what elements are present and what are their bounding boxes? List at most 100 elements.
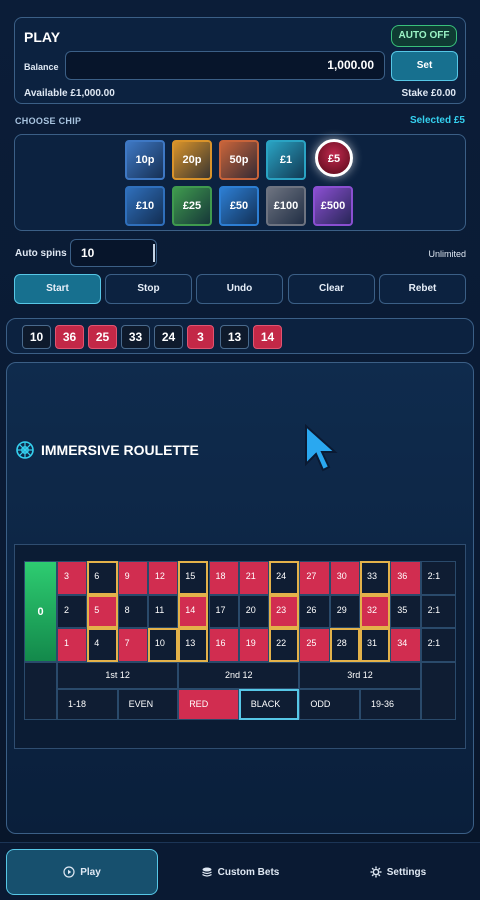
number-30[interactable]: 30 — [329, 561, 360, 595]
stop-button[interactable]: Stop — [105, 274, 192, 304]
dozen-bet[interactable]: 1st 12 — [57, 662, 179, 690]
auto-spins-input[interactable]: 10 — [70, 239, 157, 267]
nav-play-label: Play — [80, 866, 101, 878]
number-13[interactable]: 13 — [178, 628, 209, 663]
undo-button[interactable]: Undo — [196, 274, 283, 304]
rebet-button[interactable]: Rebet — [379, 274, 466, 304]
set-balance-button[interactable]: Set — [391, 51, 458, 81]
number-26[interactable]: 26 — [299, 594, 330, 629]
clear-button[interactable]: Clear — [288, 274, 375, 304]
number-17[interactable]: 17 — [208, 594, 239, 629]
start-button[interactable]: Start — [14, 274, 101, 304]
number-15[interactable]: 15 — [178, 561, 209, 595]
number-18[interactable]: 18 — [208, 561, 239, 595]
chip-gbp-1[interactable]: £1 — [266, 140, 306, 180]
dozen-bet[interactable]: 2nd 12 — [178, 662, 300, 690]
number-2[interactable]: 2 — [57, 594, 88, 629]
number-34[interactable]: 34 — [390, 628, 421, 663]
chip-gbp-10[interactable]: £10 — [125, 186, 165, 226]
play-panel: PLAY AUTO OFF Balance 1,000.00 Set Avail… — [14, 17, 466, 104]
number-36[interactable]: 36 — [390, 561, 421, 595]
number-28[interactable]: 28 — [329, 628, 360, 663]
history-result: 14 — [253, 325, 282, 349]
number-14[interactable]: 14 — [178, 594, 209, 629]
history-result: 36 — [55, 325, 84, 349]
gear-icon — [370, 866, 382, 878]
outside-bet-even[interactable]: EVEN — [117, 689, 179, 721]
number-9[interactable]: 9 — [117, 561, 148, 595]
number-12[interactable]: 12 — [147, 561, 179, 595]
number-8[interactable]: 8 — [117, 594, 148, 629]
mouse-cursor-icon — [305, 424, 338, 472]
history-result: 33 — [121, 325, 150, 349]
nav-custom-bets[interactable]: Custom Bets — [164, 849, 316, 895]
balance-input[interactable]: 1,000.00 — [65, 51, 385, 80]
roulette-table-panel: IMMERSIVE ROULETTE 0 3 6 9 12 15 18 21 24 27 30 33… — [6, 362, 474, 834]
auto-spins-value: 10 — [81, 246, 95, 260]
number-32[interactable]: 32 — [360, 594, 391, 629]
auto-spins-label: Auto spins — [15, 248, 67, 259]
nav-settings-label: Settings — [386, 866, 427, 878]
number-4[interactable]: 4 — [87, 628, 118, 663]
play-circle-icon — [63, 866, 75, 878]
number-23[interactable]: 23 — [269, 594, 300, 629]
number-1[interactable]: 1 — [57, 628, 88, 663]
number-25[interactable]: 25 — [299, 628, 330, 663]
number-35[interactable]: 35 — [390, 594, 421, 629]
number-zero[interactable]: 0 — [24, 561, 57, 662]
chip-gbp-25[interactable]: £25 — [172, 186, 212, 226]
number-19[interactable]: 19 — [238, 628, 270, 663]
chip-10p[interactable]: 10p — [125, 140, 165, 180]
chip-50p[interactable]: 50p — [219, 140, 259, 180]
text-caret — [153, 244, 155, 262]
bottom-navigation: Play Custom Bets Settings — [0, 842, 480, 900]
outside-bet-1-18[interactable]: 1-18 — [57, 689, 118, 721]
number-10[interactable]: 10 — [147, 628, 179, 663]
board-spacer — [420, 662, 456, 721]
number-3[interactable]: 3 — [57, 561, 88, 595]
choose-chip-heading: CHOOSE CHIP — [15, 116, 82, 126]
stake-amount: Stake £0.00 — [401, 88, 457, 99]
roulette-wheel-icon — [16, 441, 34, 459]
history-result: 24 — [154, 325, 183, 349]
nav-settings[interactable]: Settings — [322, 849, 474, 895]
outside-bet-19-36[interactable]: 19-36 — [360, 689, 421, 721]
column-bet-2to1[interactable]: 2:1 — [420, 561, 456, 595]
chip-gbp-5[interactable]: £5 — [315, 139, 353, 177]
number-5[interactable]: 5 — [87, 594, 118, 629]
outside-bet-red[interactable]: RED — [178, 689, 239, 721]
number-21[interactable]: 21 — [238, 561, 270, 595]
auto-off-toggle[interactable]: AUTO OFF — [391, 25, 457, 47]
number-6[interactable]: 6 — [87, 561, 118, 595]
layers-icon — [201, 867, 212, 877]
balance-label: Balance — [24, 62, 59, 72]
number-11[interactable]: 11 — [147, 594, 179, 629]
number-7[interactable]: 7 — [117, 628, 148, 663]
betting-board: 0 3 6 9 12 15 18 21 24 27 30 33 36 2:1 2 5 8 11 14 17 20 23 2… — [14, 544, 466, 749]
chip-gbp-50[interactable]: £50 — [219, 186, 259, 226]
dozen-bet[interactable]: 3rd 12 — [299, 662, 421, 690]
history-result: 25 — [88, 325, 117, 349]
play-title: PLAY — [24, 29, 61, 45]
number-31[interactable]: 31 — [360, 628, 391, 663]
number-22[interactable]: 22 — [269, 628, 300, 663]
outside-bet-odd[interactable]: ODD — [299, 689, 360, 721]
outside-bet-black[interactable]: BLACK — [238, 689, 300, 721]
game-title: IMMERSIVE ROULETTE — [15, 440, 199, 460]
selected-chip-label: Selected £5 — [409, 115, 465, 126]
number-16[interactable]: 16 — [208, 628, 239, 663]
nav-custom-bets-label: Custom Bets — [217, 866, 280, 878]
history-result: 3 — [187, 325, 214, 349]
history-result: 13 — [220, 325, 249, 349]
number-27[interactable]: 27 — [299, 561, 330, 595]
number-24[interactable]: 24 — [269, 561, 300, 595]
chip-20p[interactable]: 20p — [172, 140, 212, 180]
nav-play[interactable]: Play — [6, 849, 158, 895]
chip-gbp-100[interactable]: £100 — [266, 186, 306, 226]
column-bet-2to1[interactable]: 2:1 — [420, 628, 456, 663]
number-20[interactable]: 20 — [238, 594, 270, 629]
number-33[interactable]: 33 — [360, 561, 391, 595]
chip-gbp-500[interactable]: £500 — [313, 186, 353, 226]
number-29[interactable]: 29 — [329, 594, 360, 629]
column-bet-2to1[interactable]: 2:1 — [420, 594, 456, 629]
